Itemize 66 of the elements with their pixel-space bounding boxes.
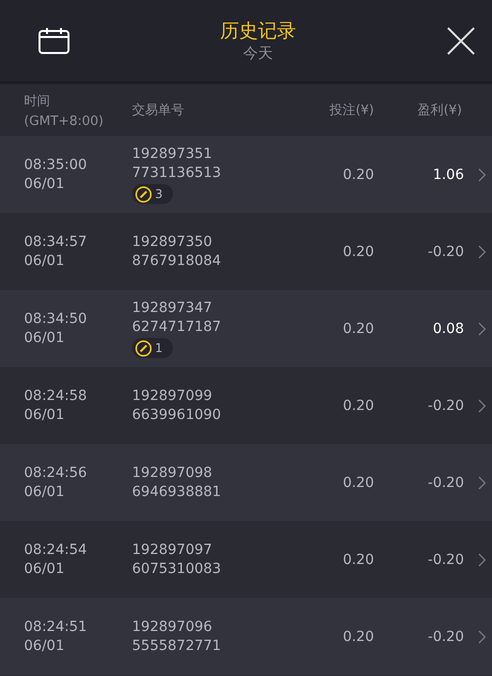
calendar-button[interactable] xyxy=(38,26,70,54)
profit-amount: 0.08 xyxy=(432,320,464,336)
order-number: 6075310083 xyxy=(132,560,222,578)
free-game-badge: 1 xyxy=(132,338,173,358)
date-text: 06/01 xyxy=(24,482,66,502)
date-text: 06/01 xyxy=(24,560,66,578)
chevron-right-icon xyxy=(478,398,486,412)
order-number: 7731136513 xyxy=(132,164,222,183)
time-text: 08:34:57 xyxy=(24,232,88,252)
date-text: 06/01 xyxy=(24,174,66,194)
bet-amount: 0.20 xyxy=(342,628,374,644)
chevron-right-icon xyxy=(478,322,486,336)
chevron-right-icon xyxy=(478,552,486,566)
date-text: 06/01 xyxy=(24,636,66,656)
time-text: 08:24:58 xyxy=(24,386,88,406)
time-text: 08:24:54 xyxy=(24,540,88,560)
column-header: 盈利(¥) xyxy=(416,102,463,119)
bet-amount: 0.20 xyxy=(342,320,374,336)
bet-amount: 0.20 xyxy=(342,166,374,182)
date-text: 06/01 xyxy=(24,406,66,424)
transaction-row[interactable]: 08:35:00 06/01 192897351 7731136513 3 0.20 1.06 xyxy=(0,136,492,213)
date-filter-label: 今天 xyxy=(243,44,273,63)
order-number: 5555872771 xyxy=(132,636,222,656)
column-header: 时间 xyxy=(24,92,51,110)
order-number: 192897099 xyxy=(132,386,214,406)
order-number: 192897351 xyxy=(132,145,214,164)
time-text: 08:24:51 xyxy=(24,618,88,636)
close-button[interactable] xyxy=(446,26,476,56)
column-header: 投注(¥) xyxy=(328,102,374,119)
order-number: 6274717187 xyxy=(132,318,222,337)
chevron-right-icon xyxy=(478,476,486,490)
bet-amount: 0.20 xyxy=(342,398,374,414)
order-number: 192897347 xyxy=(132,299,214,318)
transaction-row[interactable]: 08:24:56 06/01 192897098 6946938881 0.20 -0.20 xyxy=(0,444,492,521)
profit-amount: -0.20 xyxy=(428,474,464,490)
order-number: 8767918084 xyxy=(132,252,222,270)
transaction-row[interactable]: 08:24:51 06/01 192897096 5555872771 0.20 -0.20 xyxy=(0,598,492,675)
date-text: 06/01 xyxy=(24,328,66,348)
order-number: 6946938881 xyxy=(132,482,222,502)
profit-amount: -0.20 xyxy=(428,552,464,568)
transaction-row[interactable]: 08:34:50 06/01 192897347 6274717187 1 0.20 0.08 xyxy=(0,290,492,367)
order-number: 192897096 xyxy=(132,618,214,636)
time-text: 08:24:56 xyxy=(24,464,88,482)
profit-amount: 1.06 xyxy=(432,166,464,182)
date-text: 06/01 xyxy=(24,252,66,270)
bet-amount: 0.20 xyxy=(342,244,374,260)
chevron-right-icon xyxy=(478,244,486,258)
column-header: 交易单号 xyxy=(132,102,185,119)
column-header: (GMT+8:00) xyxy=(24,114,104,128)
chevron-right-icon xyxy=(478,630,486,644)
bet-amount: 0.20 xyxy=(342,474,374,490)
profit-amount: -0.20 xyxy=(428,628,464,644)
order-number: 192897350 xyxy=(132,232,214,252)
order-number: 6639961090 xyxy=(132,406,222,424)
profit-amount: -0.20 xyxy=(428,244,464,260)
profit-amount: -0.20 xyxy=(428,398,464,414)
order-number: 192897098 xyxy=(132,464,214,482)
time-text: 08:35:00 xyxy=(24,156,88,174)
coin-icon xyxy=(135,340,152,356)
coin-icon xyxy=(135,186,152,202)
page-title: 历史记录 xyxy=(220,19,296,44)
free-game-badge: 3 xyxy=(132,184,173,204)
chevron-right-icon xyxy=(478,168,486,182)
order-number: 192897097 xyxy=(132,540,214,560)
bet-amount: 0.20 xyxy=(342,552,374,568)
time-text: 08:34:50 xyxy=(24,310,88,328)
